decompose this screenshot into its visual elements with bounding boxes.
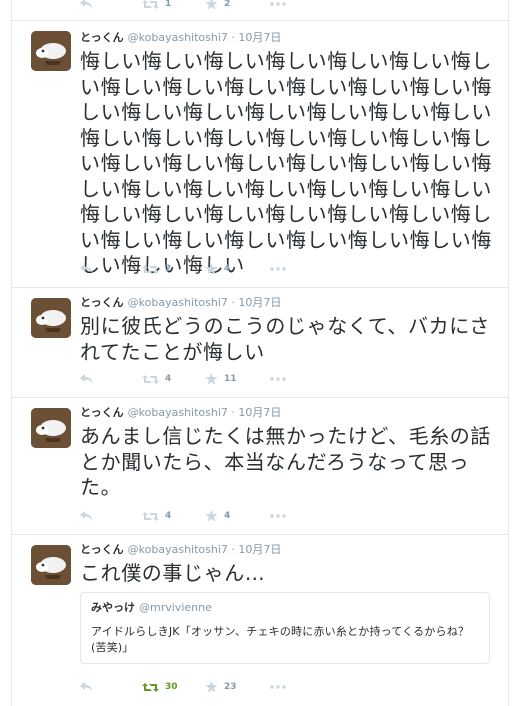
- retweet-button[interactable]: 2: [142, 264, 205, 275]
- more-dots-icon: [270, 514, 286, 518]
- tweet-header: とっくん @kobayashitoshi7 · 10月7日: [80, 406, 496, 420]
- fullname[interactable]: とっくん: [80, 406, 124, 419]
- retweet-button[interactable]: 30: [142, 682, 205, 693]
- tweet[interactable]: とっくん @kobayashitoshi7 · 10月7日 別に彼氏どうのこうのじ…: [12, 288, 508, 398]
- retweet-icon: [142, 682, 159, 693]
- tweet-actions: 2 4: [80, 261, 286, 277]
- favorite-button[interactable]: 23: [205, 681, 270, 693]
- favorite-button[interactable]: 2: [205, 0, 270, 10]
- fullname[interactable]: とっくん: [80, 31, 124, 44]
- tweet-text: これ僕の事じゃん…: [80, 561, 266, 585]
- tweet-text: あんまし信じたくは無かったけど、毛糸の話とか聞いたら、本当なんだろうなって思った…: [80, 424, 491, 499]
- quoted-tweet[interactable]: みやっけ @mrvivienne アイドルらしきJK「オッサン、チェキの時に赤い糸…: [80, 592, 490, 664]
- favorite-count: 23: [224, 682, 237, 692]
- retweet-icon: [142, 374, 159, 385]
- fullname[interactable]: とっくん: [80, 296, 124, 309]
- timestamp[interactable]: 10月7日: [238, 406, 281, 419]
- favorite-count: 4: [224, 264, 231, 274]
- fullname[interactable]: とっくん: [80, 543, 124, 556]
- more-button[interactable]: [270, 267, 286, 271]
- retweet-button[interactable]: 4: [142, 511, 205, 522]
- quoted-username: @mrvivienne: [139, 601, 212, 614]
- reply-icon: [80, 374, 94, 384]
- star-icon: [205, 0, 218, 10]
- reply-button[interactable]: [80, 264, 142, 274]
- username[interactable]: @kobayashitoshi7: [128, 406, 228, 419]
- username[interactable]: @kobayashitoshi7: [128, 31, 228, 44]
- more-dots-icon: [270, 685, 286, 689]
- quoted-text: アイドルらしきJK「オッサン、チェキの時に赤い糸とか持ってくるからね？(苦笑)」: [91, 625, 470, 654]
- star-icon: [205, 373, 218, 385]
- retweet-button[interactable]: 4: [142, 374, 205, 385]
- tweet-header: とっくん @kobayashitoshi7 · 10月7日: [80, 543, 496, 557]
- tweet-actions: 1 2: [80, 0, 286, 12]
- retweet-icon: [142, 264, 159, 275]
- reply-button[interactable]: [80, 511, 142, 521]
- retweet-count: 4: [165, 374, 172, 384]
- reply-icon: [80, 511, 94, 521]
- more-button[interactable]: [270, 2, 286, 6]
- more-dots-icon: [270, 2, 286, 6]
- favorite-count: 11: [224, 374, 237, 384]
- separator: ·: [231, 406, 235, 419]
- more-button[interactable]: [270, 514, 286, 518]
- retweet-count: 30: [165, 682, 178, 692]
- retweet-icon: [142, 511, 159, 522]
- quoted-fullname: みやっけ: [91, 601, 135, 614]
- star-icon: [205, 510, 218, 522]
- tweet-actions: 4 11: [80, 371, 286, 387]
- tweet-text: 悔しい悔しい悔しい悔しい悔しい悔しい悔しい悔しい悔しい悔しい悔しい悔しい悔しい悔…: [80, 49, 492, 277]
- more-button[interactable]: [270, 685, 286, 689]
- tweet[interactable]: とっくん @kobayashitoshi7 · 10月7日 これ僕の事じゃん… み…: [12, 535, 508, 706]
- retweet-button[interactable]: 1: [142, 0, 205, 10]
- tweet-actions: 30 23: [80, 679, 286, 695]
- tweet-cutoff: 1 2: [12, 0, 508, 21]
- reply-icon: [80, 0, 94, 9]
- username[interactable]: @kobayashitoshi7: [128, 296, 228, 309]
- separator: ·: [231, 296, 235, 309]
- reply-button[interactable]: [80, 0, 142, 9]
- retweet-count: 2: [165, 264, 172, 274]
- timestamp[interactable]: 10月7日: [238, 296, 281, 309]
- reply-button[interactable]: [80, 682, 142, 692]
- retweet-count: 4: [165, 511, 172, 521]
- reply-button[interactable]: [80, 374, 142, 384]
- tweet[interactable]: とっくん @kobayashitoshi7 · 10月7日 あんまし信じたくは無か…: [12, 398, 508, 535]
- favorite-button[interactable]: 4: [205, 263, 270, 275]
- retweet-icon: [142, 0, 159, 10]
- favorite-count: 4: [224, 511, 231, 521]
- avatar[interactable]: [31, 31, 71, 71]
- favorite-count: 2: [224, 0, 231, 9]
- favorite-button[interactable]: 11: [205, 373, 270, 385]
- username[interactable]: @kobayashitoshi7: [128, 543, 228, 556]
- tweet-header: とっくん @kobayashitoshi7 · 10月7日: [80, 296, 496, 310]
- star-icon: [205, 263, 218, 275]
- timestamp[interactable]: 10月7日: [238, 31, 281, 44]
- reply-icon: [80, 682, 94, 692]
- tweet-actions: 4 4: [80, 508, 286, 524]
- avatar[interactable]: [31, 545, 71, 585]
- avatar[interactable]: [31, 408, 71, 448]
- more-button[interactable]: [270, 377, 286, 381]
- more-dots-icon: [270, 377, 286, 381]
- reply-icon: [80, 264, 94, 274]
- more-dots-icon: [270, 267, 286, 271]
- retweet-count: 1: [165, 0, 172, 9]
- separator: ·: [231, 543, 235, 556]
- tweet[interactable]: とっくん @kobayashitoshi7 · 10月7日 悔しい悔しい悔しい悔し…: [12, 21, 508, 288]
- timestamp[interactable]: 10月7日: [238, 543, 281, 556]
- separator: ·: [231, 31, 235, 44]
- tweet-header: とっくん @kobayashitoshi7 · 10月7日: [80, 31, 496, 45]
- timeline: 1 2 とっくん @kobayashitoshi7 · 10月7日 悔しい悔しい…: [11, 0, 509, 706]
- star-icon: [205, 681, 218, 693]
- tweet-text: 別に彼氏どうのこうのじゃなくて、バカにされてたことが悔しい: [80, 314, 490, 364]
- avatar[interactable]: [31, 298, 71, 338]
- favorite-button[interactable]: 4: [205, 510, 270, 522]
